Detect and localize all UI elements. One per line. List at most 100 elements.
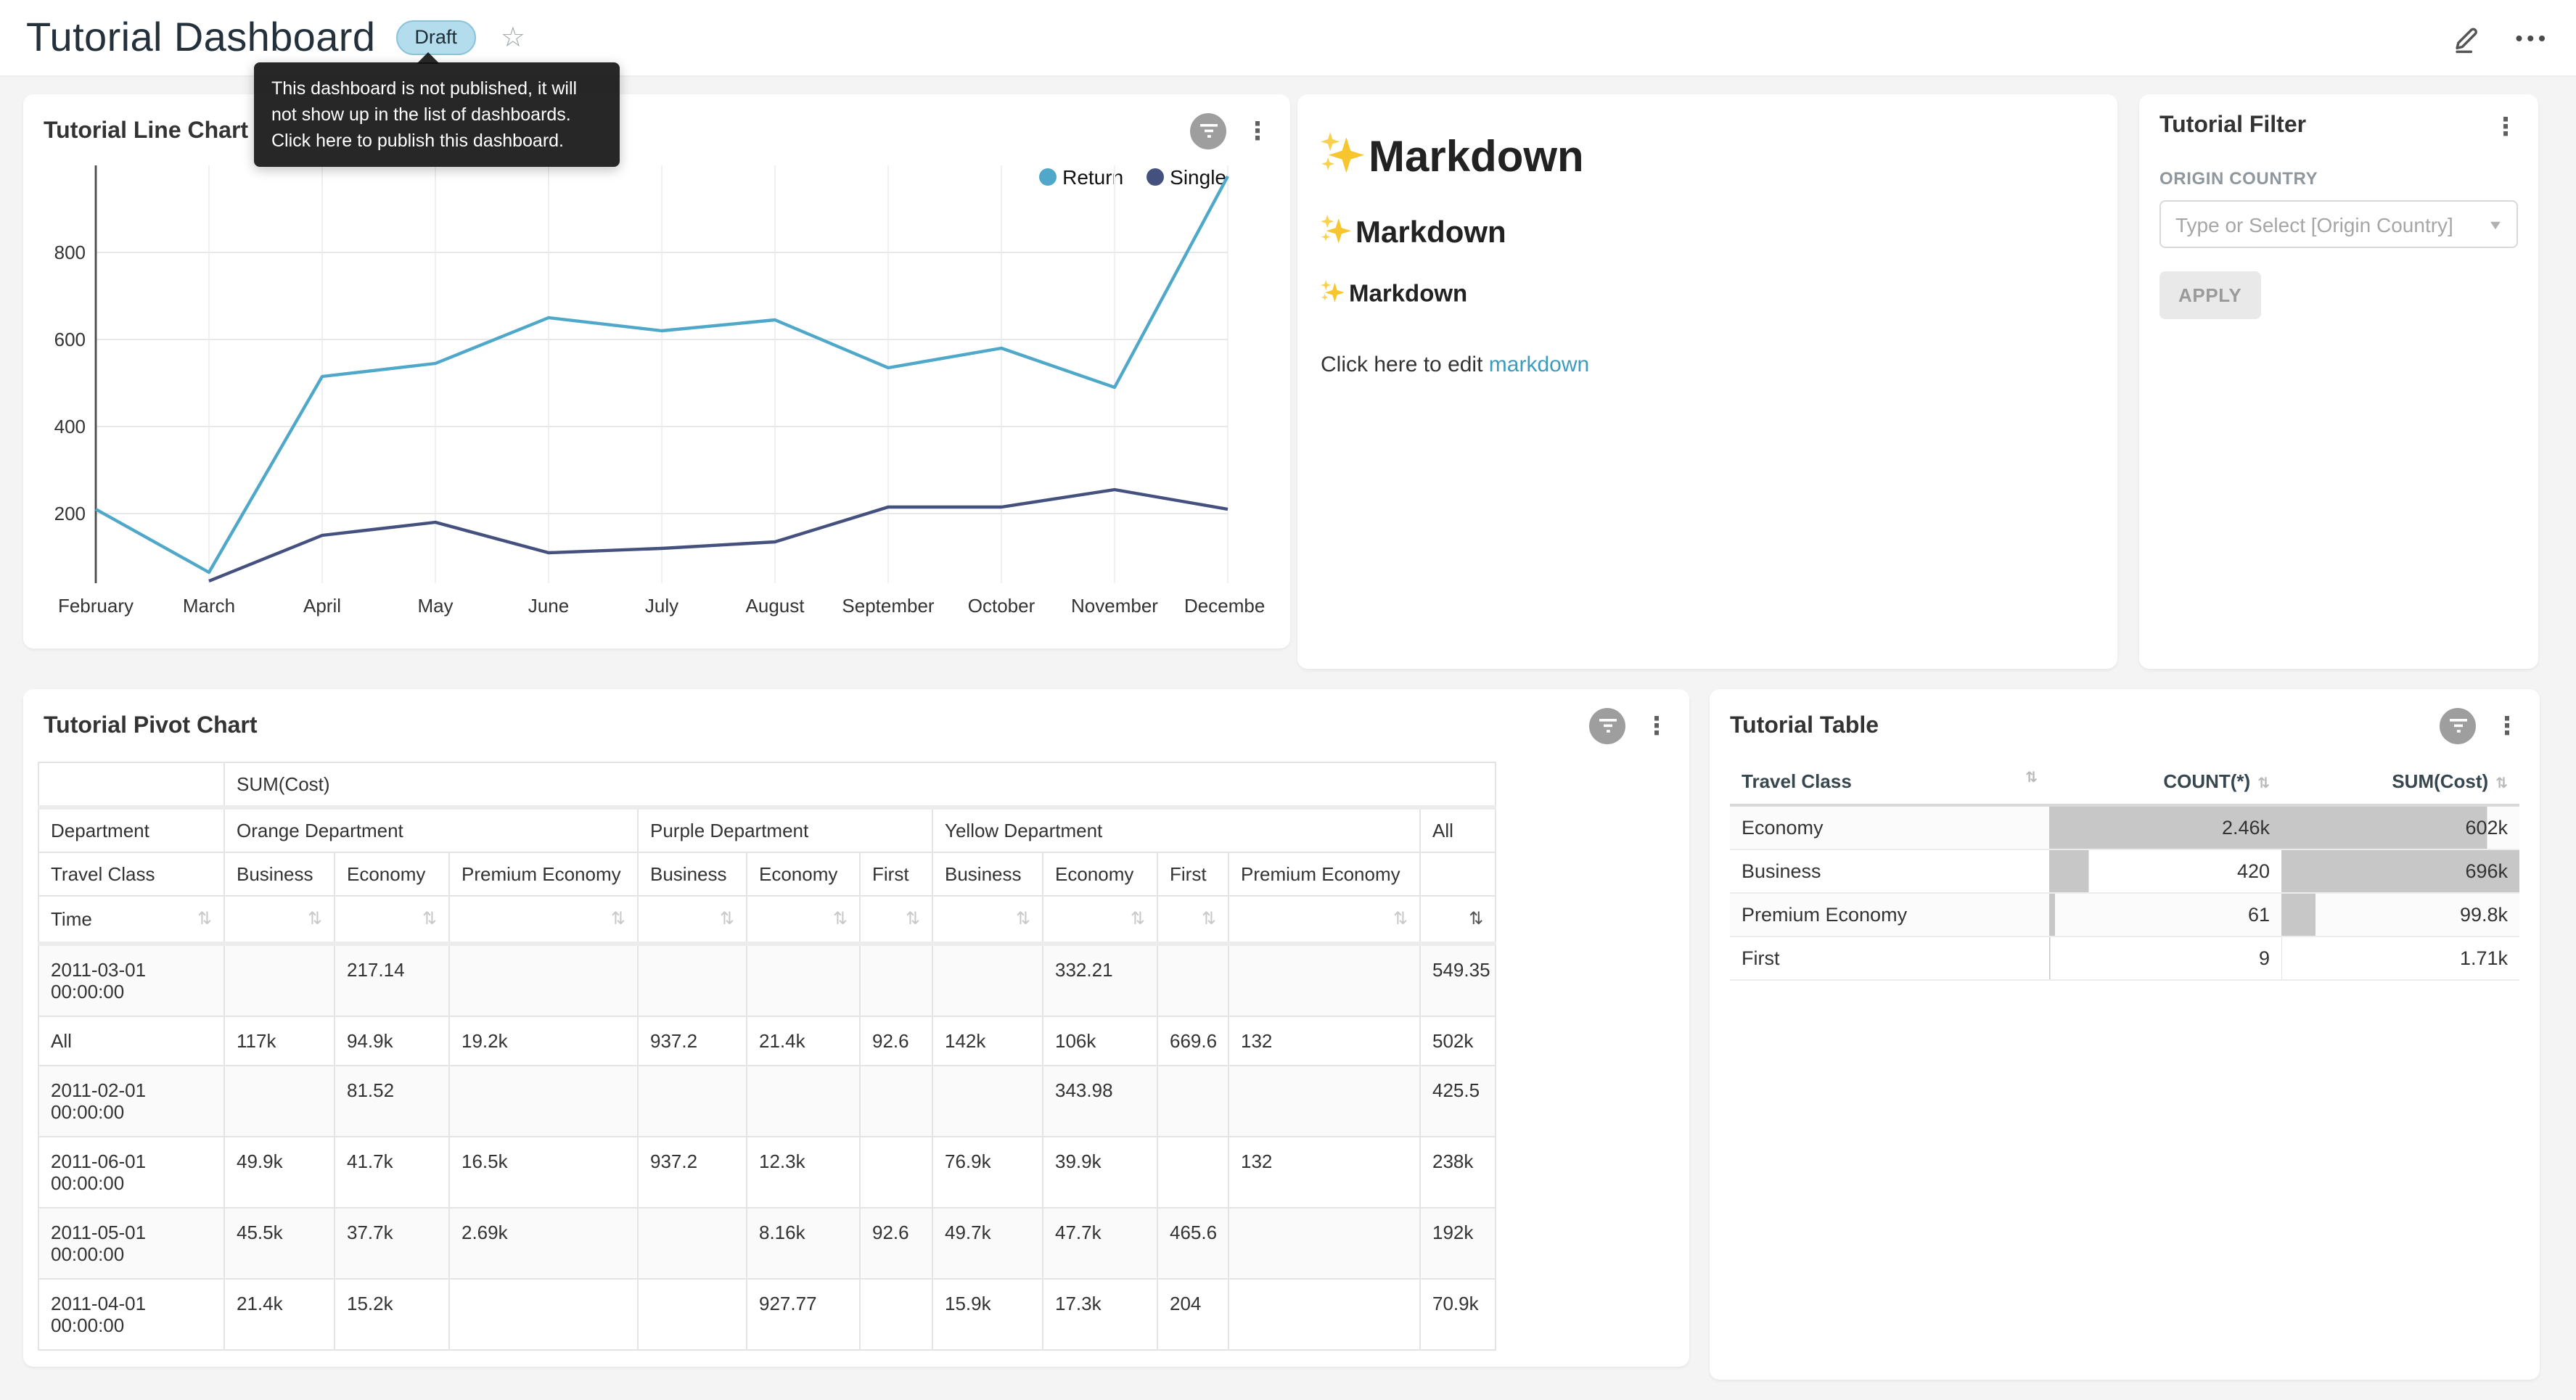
dashboard-page: Tutorial Dashboard Draft ☆ ••• This dash… — [0, 0, 2576, 1400]
sort-icon[interactable]: ⇅ — [2025, 770, 2038, 786]
pivot-sort-cell[interactable]: ⇅ — [335, 896, 449, 944]
pivot-sort-cell[interactable]: ⇅ — [449, 896, 638, 944]
filter-indicator-icon[interactable] — [2440, 708, 2476, 744]
sort-icon[interactable]: ⇅ — [720, 908, 734, 928]
y-axis-tick-label: 600 — [54, 329, 86, 350]
pivot-row-label: 2011-02-01 00:00:00 — [38, 1066, 224, 1137]
more-menu-icon[interactable]: ••• — [2516, 26, 2550, 49]
pivot-cell: 2.69k — [449, 1208, 638, 1279]
pivot-cell: 21.4k — [747, 1016, 860, 1066]
pivot-sort-cell[interactable]: ⇅ — [860, 896, 932, 944]
kebab-menu-icon[interactable]: ⋮ — [1644, 714, 1669, 738]
pivot-cell: 192k — [1420, 1208, 1496, 1279]
pivot-sort-cell[interactable]: ⇅ — [224, 896, 335, 944]
sort-icon[interactable]: ⇅ — [197, 908, 212, 928]
pivot-group-header: All — [1420, 807, 1496, 852]
sort-icon[interactable]: ⇅ — [1393, 908, 1408, 928]
table-column-header[interactable]: Travel Class ⇅ — [1730, 759, 2049, 805]
sort-icon[interactable]: ⇅ — [2257, 776, 2270, 792]
filter-indicator-icon[interactable] — [1589, 708, 1625, 744]
sort-desc-icon[interactable]: ⇅ — [1469, 908, 1483, 928]
pivot-class-header: First — [1157, 852, 1228, 896]
line-chart-plot: 200400600800FebruaryMarchAprilMayJuneJul… — [38, 151, 1266, 644]
pivot-cell: 21.4k — [224, 1279, 335, 1350]
pivot-row-label: 2011-06-01 00:00:00 — [38, 1137, 224, 1208]
origin-country-label: ORIGIN COUNTRY — [2159, 168, 2518, 189]
x-axis-tick-label: December — [1184, 595, 1266, 617]
filter-card: Tutorial Filter ⋮ ORIGIN COUNTRY Type or… — [2139, 94, 2538, 669]
table-card: Tutorial Table ⋮ Travel Class⇅COUNT(*)⇅S… — [1710, 689, 2540, 1380]
pivot-cell: 15.9k — [932, 1279, 1043, 1350]
pivot-table-wrap: SUM(Cost)DepartmentOrange DepartmentPurp… — [23, 744, 1689, 1367]
pivot-class-header: Business — [638, 852, 747, 896]
pivot-class-header: Premium Economy — [449, 852, 638, 896]
pivot-group-header: Purple Department — [638, 807, 932, 852]
table-column-header[interactable]: SUM(Cost) ⇅ — [2281, 759, 2519, 805]
pivot-cell — [1157, 1137, 1228, 1208]
favorite-star-icon[interactable]: ☆ — [501, 21, 525, 54]
filter-card-title: Tutorial Filter — [2159, 113, 2306, 139]
sort-icon[interactable]: ⇅ — [422, 908, 437, 928]
column-header-label: Travel Class — [1742, 770, 1852, 792]
pivot-time-header[interactable]: Time⇅ — [38, 896, 224, 944]
column-header-label: SUM(Cost) — [2392, 770, 2488, 792]
travel-class-cell: Premium Economy — [1730, 893, 2049, 936]
pivot-sort-cell[interactable]: ⇅ — [638, 896, 747, 944]
sort-icon[interactable]: ⇅ — [906, 908, 920, 928]
pivot-sort-cell[interactable]: ⇅ — [1420, 896, 1496, 944]
markdown-heading-3: Markdown — [1321, 280, 2094, 309]
kebab-menu-icon[interactable]: ⋮ — [2495, 714, 2519, 738]
pivot-cell: 70.9k — [1420, 1279, 1496, 1350]
pivot-cell — [1228, 1066, 1420, 1137]
pivot-cell: 19.2k — [449, 1016, 638, 1066]
pivot-cell — [1228, 944, 1420, 1016]
pivot-row-label: 2011-03-01 00:00:00 — [38, 944, 224, 1016]
pivot-cell — [860, 1279, 932, 1350]
pivot-row: All117k94.9k19.2k937.221.4k92.6142k106k6… — [38, 1016, 1496, 1066]
apply-button[interactable]: APPLY — [2159, 271, 2260, 319]
line-chart-card: Tutorial Line Chart ⋮ ReturnSingle 20040… — [23, 94, 1290, 648]
sort-icon[interactable]: ⇅ — [833, 908, 848, 928]
pivot-cell — [932, 944, 1043, 1016]
pivot-cell: 37.7k — [335, 1208, 449, 1279]
pivot-sort-cell[interactable]: ⇅ — [1043, 896, 1157, 944]
pivot-sort-cell[interactable]: ⇅ — [1157, 896, 1228, 944]
y-axis-tick-label: 800 — [54, 242, 86, 263]
origin-country-select[interactable]: Type or Select [Origin Country] ▼ — [2159, 200, 2518, 248]
pivot-cell — [932, 1066, 1043, 1137]
pivot-cell — [747, 944, 860, 1016]
edit-dashboard-icon[interactable] — [2453, 22, 2484, 53]
draft-tooltip: This dashboard is not published, it will… — [254, 62, 620, 168]
pivot-cell: 117k — [224, 1016, 335, 1066]
markdown-edit-link[interactable]: markdown — [1489, 353, 1589, 377]
sort-icon[interactable]: ⇅ — [308, 908, 322, 928]
pivot-cell — [638, 1066, 747, 1137]
markdown-card[interactable]: Markdown Markdown Markdown Click here to… — [1297, 94, 2117, 669]
pivot-class-label: Travel Class — [38, 852, 224, 896]
pivot-cell: 17.3k — [1043, 1279, 1157, 1350]
pivot-sort-cell[interactable]: ⇅ — [747, 896, 860, 944]
sort-icon[interactable]: ⇅ — [611, 908, 625, 928]
x-axis-tick-label: August — [746, 595, 805, 617]
sort-icon[interactable]: ⇅ — [1202, 908, 1216, 928]
pivot-cell: 937.2 — [638, 1137, 747, 1208]
filter-indicator-icon[interactable] — [1190, 113, 1226, 149]
pivot-cell — [860, 944, 932, 1016]
x-axis-tick-label: November — [1071, 595, 1158, 617]
sort-icon[interactable]: ⇅ — [2495, 776, 2508, 792]
count-cell: 61 — [2049, 893, 2281, 936]
table-card-title: Tutorial Table — [1730, 713, 1879, 739]
sum-cost-cell: 602k — [2281, 805, 2519, 849]
status-badge[interactable]: Draft — [395, 20, 476, 55]
pivot-sort-cell[interactable]: ⇅ — [932, 896, 1043, 944]
sort-icon[interactable]: ⇅ — [1131, 908, 1145, 928]
kebab-menu-icon[interactable]: ⋮ — [2493, 114, 2518, 139]
pivot-class-header: Economy — [335, 852, 449, 896]
pivot-cell — [638, 1208, 747, 1279]
kebab-menu-icon[interactable]: ⋮ — [1245, 119, 1270, 144]
table-column-header[interactable]: COUNT(*)⇅ — [2049, 759, 2281, 805]
pivot-cell: 39.9k — [1043, 1137, 1157, 1208]
sort-icon[interactable]: ⇅ — [1016, 908, 1030, 928]
count-cell: 9 — [2049, 936, 2281, 980]
pivot-sort-cell[interactable]: ⇅ — [1228, 896, 1420, 944]
